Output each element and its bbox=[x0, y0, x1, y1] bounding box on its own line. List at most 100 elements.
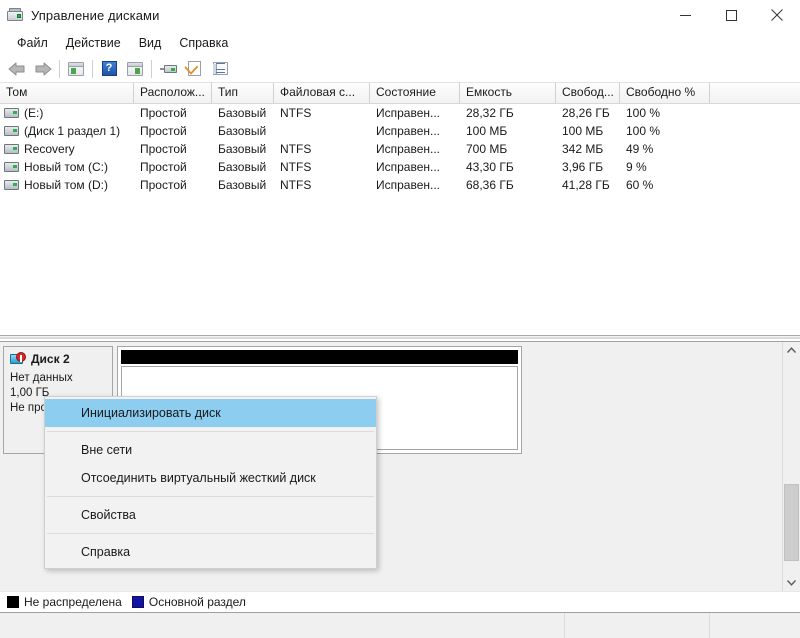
cell-volume: (E:) bbox=[0, 106, 134, 120]
column-header-capacity[interactable]: Емкость bbox=[460, 83, 556, 103]
context-menu-item-help[interactable]: Справка bbox=[45, 538, 376, 566]
cell-filesystem: NTFS bbox=[280, 178, 312, 192]
context-menu-item-properties[interactable]: Свойства bbox=[45, 501, 376, 529]
disk-status-line: Нет данных bbox=[10, 372, 73, 384]
volume-icon bbox=[4, 180, 19, 190]
rescan-disks-icon[interactable] bbox=[155, 57, 181, 81]
forward-arrow-icon[interactable] bbox=[30, 57, 56, 81]
toolbar-separator bbox=[59, 59, 60, 78]
cell-free: 3,96 ГБ bbox=[562, 160, 604, 174]
cell-type: Базовый bbox=[218, 160, 267, 174]
window-title: Управление дисками bbox=[31, 7, 160, 23]
toolbar: ? bbox=[0, 55, 800, 83]
cell-capacity: 43,30 ГБ bbox=[466, 160, 514, 174]
cell-volume: (Диск 1 раздел 1) bbox=[0, 124, 134, 138]
disk-error-icon bbox=[10, 352, 26, 366]
legend-swatch-unallocated bbox=[7, 596, 19, 608]
column-header-volume[interactable]: Том bbox=[0, 83, 134, 103]
disk-management-window: Управление дисками Файл Действие Вид Спр… bbox=[0, 0, 800, 638]
cell-status: Исправен... bbox=[376, 106, 441, 120]
cell-layout: Простой bbox=[140, 160, 187, 174]
cell-volume-label: (E:) bbox=[24, 106, 44, 120]
cell-capacity: 68,36 ГБ bbox=[466, 178, 514, 192]
cell-free-percent: 9 % bbox=[626, 160, 647, 174]
column-header-type[interactable]: Тип bbox=[212, 83, 274, 103]
show-hide-console-tree-icon[interactable] bbox=[63, 57, 89, 81]
partition-unallocated-bar bbox=[121, 350, 518, 364]
cell-free-percent: 60 % bbox=[626, 178, 654, 192]
minimize-button[interactable] bbox=[662, 0, 708, 30]
menu-file[interactable]: Файл bbox=[8, 33, 57, 53]
legend-label-unallocated: Не распределена bbox=[24, 595, 122, 609]
cell-type: Базовый bbox=[218, 178, 267, 192]
scroll-thumb[interactable] bbox=[784, 483, 799, 562]
scroll-track[interactable] bbox=[783, 359, 800, 574]
cell-free-percent: 100 % bbox=[626, 124, 661, 138]
cell-filesystem: NTFS bbox=[280, 142, 312, 156]
volume-list-pane: Том Располож... Тип Файловая с... Состоя… bbox=[0, 83, 800, 333]
cell-capacity: 100 МБ bbox=[466, 124, 508, 138]
table-row[interactable]: Новый том (C:) Простой Базовый NTFS Испр… bbox=[0, 158, 800, 176]
cell-type: Базовый bbox=[218, 142, 267, 156]
cell-free: 342 МБ bbox=[562, 142, 604, 156]
cell-status: Исправен... bbox=[376, 124, 441, 138]
disk-title-line: Диск 2 bbox=[10, 352, 108, 366]
context-menu-separator bbox=[47, 496, 374, 497]
cell-free: 100 МБ bbox=[562, 124, 604, 138]
menu-bar: Файл Действие Вид Справка bbox=[0, 30, 800, 55]
back-arrow-icon[interactable] bbox=[4, 57, 30, 81]
volume-list-body: (E:) Простой Базовый NTFS Исправен... 28… bbox=[0, 104, 800, 333]
disk-pane-vertical-scrollbar[interactable] bbox=[782, 342, 800, 591]
legend-bar: Не распределена Основной раздел bbox=[0, 591, 800, 612]
menu-view[interactable]: Вид bbox=[130, 33, 171, 53]
column-header-status[interactable]: Состояние bbox=[370, 83, 460, 103]
status-cell-secondary bbox=[565, 613, 710, 638]
volume-icon bbox=[4, 162, 19, 172]
column-header-filesystem[interactable]: Файловая с... bbox=[274, 83, 370, 103]
cell-volume: Новый том (C:) bbox=[0, 160, 134, 174]
table-row[interactable]: Новый том (D:) Простой Базовый NTFS Испр… bbox=[0, 176, 800, 194]
title-bar: Управление дисками bbox=[0, 0, 800, 30]
scroll-up-button[interactable] bbox=[783, 342, 800, 359]
context-menu-item-initialize-disk[interactable]: Инициализировать диск bbox=[45, 399, 376, 427]
table-row[interactable]: (Диск 1 раздел 1) Простой Базовый Исправ… bbox=[0, 122, 800, 140]
column-header-free-percent[interactable]: Свободно % bbox=[620, 83, 710, 103]
help-icon[interactable]: ? bbox=[96, 57, 122, 81]
list-view-icon[interactable] bbox=[207, 57, 233, 81]
menu-help[interactable]: Справка bbox=[170, 33, 237, 53]
context-menu-item-offline[interactable]: Вне сети bbox=[45, 436, 376, 464]
column-header-filler[interactable] bbox=[710, 83, 800, 103]
volume-list-header: Том Располож... Тип Файловая с... Состоя… bbox=[0, 83, 800, 104]
scroll-down-button[interactable] bbox=[783, 574, 800, 591]
pane-splitter[interactable] bbox=[0, 333, 800, 341]
legend-item-unallocated: Не распределена bbox=[7, 595, 122, 609]
maximize-button[interactable] bbox=[708, 0, 754, 30]
volume-icon bbox=[4, 108, 19, 118]
show-action-pane-icon[interactable] bbox=[122, 57, 148, 81]
cell-type: Базовый bbox=[218, 124, 267, 138]
disk-context-menu: Инициализировать диск Вне сети Отсоедини… bbox=[44, 396, 377, 569]
cell-volume: Новый том (D:) bbox=[0, 178, 134, 192]
table-row[interactable]: Recovery Простой Базовый NTFS Исправен..… bbox=[0, 140, 800, 158]
cell-layout: Простой bbox=[140, 142, 187, 156]
menu-action[interactable]: Действие bbox=[57, 33, 130, 53]
column-header-free[interactable]: Свобод... bbox=[556, 83, 620, 103]
cell-capacity: 28,32 ГБ bbox=[466, 106, 514, 120]
cell-free: 28,26 ГБ bbox=[562, 106, 610, 120]
disk-management-icon bbox=[7, 7, 23, 23]
close-button[interactable] bbox=[754, 0, 800, 30]
cell-status: Исправен... bbox=[376, 178, 441, 192]
cell-free-percent: 49 % bbox=[626, 142, 654, 156]
cell-layout: Простой bbox=[140, 106, 187, 120]
cell-layout: Простой bbox=[140, 124, 187, 138]
table-row[interactable]: (E:) Простой Базовый NTFS Исправен... 28… bbox=[0, 104, 800, 122]
cell-free-percent: 100 % bbox=[626, 106, 661, 120]
context-menu-item-detach-vhd[interactable]: Отсоединить виртуальный жесткий диск bbox=[45, 464, 376, 492]
legend-label-primary-partition: Основной раздел bbox=[148, 595, 246, 609]
column-header-layout[interactable]: Располож... bbox=[134, 83, 212, 103]
cell-volume-label: Recovery bbox=[24, 142, 75, 156]
cell-free: 41,28 ГБ bbox=[562, 178, 610, 192]
properties-icon[interactable] bbox=[181, 57, 207, 81]
window-controls bbox=[662, 0, 800, 30]
cell-volume: Recovery bbox=[0, 142, 134, 156]
